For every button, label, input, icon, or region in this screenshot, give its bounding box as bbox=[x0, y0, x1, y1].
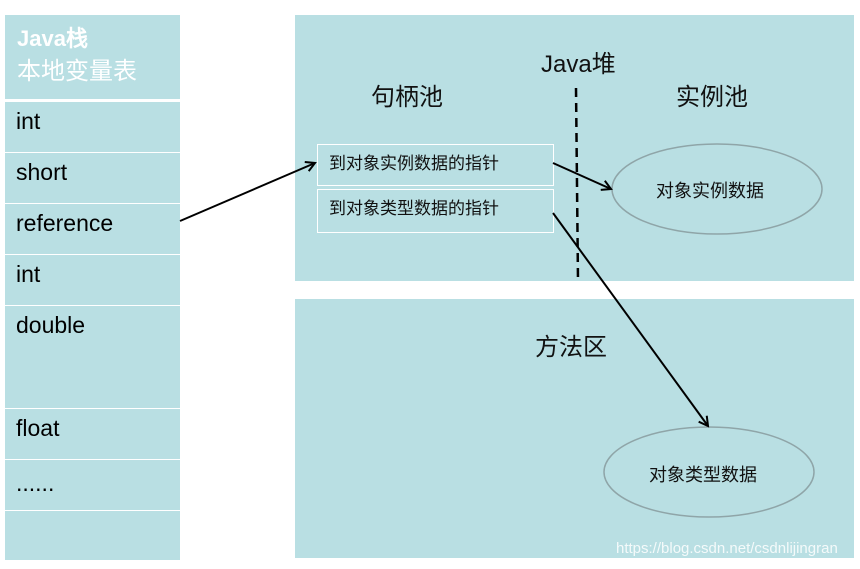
handle-to-type-arrow bbox=[552, 212, 708, 426]
instance-data-node-label: 对象实例数据 bbox=[656, 181, 764, 202]
type-data-node-label: 对象类型数据 bbox=[649, 465, 757, 486]
watermark: https://blog.csdn.net/csdnlijingran bbox=[616, 540, 838, 557]
reference-to-handle-arrow bbox=[179, 163, 315, 222]
handle-to-instance-arrow bbox=[552, 162, 611, 189]
heap-divider-dashed-line bbox=[574, 87, 580, 282]
